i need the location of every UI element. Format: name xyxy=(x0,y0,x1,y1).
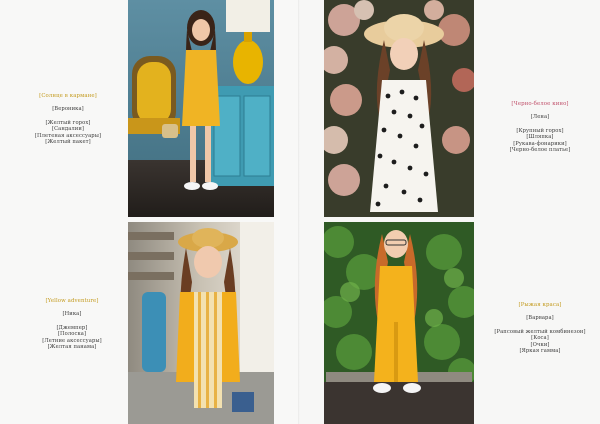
caption-bottom-right: [Рыжая краса] [Варвара] [Рапсовый желтый… xyxy=(484,302,596,354)
caption-title: [Черно-белое кино] xyxy=(511,101,569,107)
photo-red-hair-girl xyxy=(324,222,474,424)
caption-title: [Солнце в кармане] xyxy=(39,93,97,99)
caption-title: [Yellow adventure] xyxy=(45,298,99,304)
photo-yellow-dress-girl xyxy=(128,0,274,217)
caption-model-name: [Лена] xyxy=(530,114,550,121)
caption-model-name: [Ника] xyxy=(62,311,82,318)
photo-illustration xyxy=(128,222,274,424)
photo-illustration xyxy=(324,0,474,217)
caption-model-name: [Вероника] xyxy=(52,106,84,113)
photo-straw-hat-girl xyxy=(128,222,274,424)
left-page: [Солнце в кармане] [Вероника] [Желтый го… xyxy=(0,0,300,424)
caption-item: [Черно-белое платье] xyxy=(509,147,571,154)
caption-bottom-left: [Yellow adventure] [Ника] [Джемпер] [Пол… xyxy=(18,298,126,350)
caption-item: [Желтый пакет] xyxy=(45,139,91,146)
caption-item: [Яркая гамма] xyxy=(519,348,561,355)
caption-title: [Рыжая краса] xyxy=(518,302,562,308)
caption-top-right: [Черно-белое кино] [Лена] [Крупный горох… xyxy=(484,101,596,153)
photo-illustration xyxy=(324,222,474,424)
photo-illustration xyxy=(128,0,274,217)
caption-top-left: [Солнце в кармане] [Вероника] [Желтый го… xyxy=(18,93,118,145)
caption-model-name: [Варвара] xyxy=(526,315,554,322)
right-page: [Черно-белое кино] [Лена] [Крупный горох… xyxy=(300,0,600,424)
caption-item: [Желтая панама] xyxy=(47,344,97,351)
photo-polka-dot-girl xyxy=(324,0,474,217)
